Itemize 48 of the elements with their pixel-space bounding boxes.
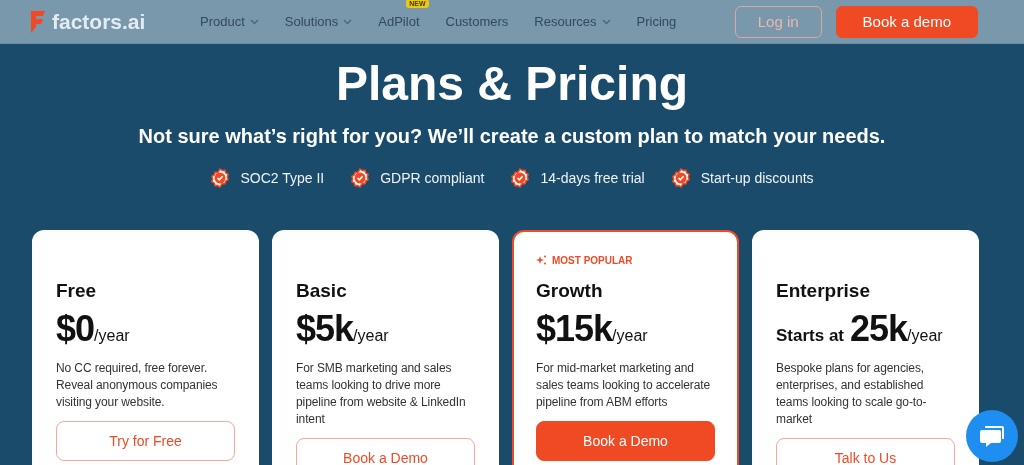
page-title: Plans & Pricing: [335, 56, 689, 111]
page-subtitle: Not sure what’s right for you? We’ll create a custom plan to match your needs.: [138, 125, 886, 148]
nav-link[interactable]: Resources: [534, 14, 611, 29]
nav-link[interactable]: Product: [200, 14, 259, 29]
login-button[interactable]: Log in: [734, 5, 822, 38]
check-badge-icon: [670, 168, 691, 188]
plan-name: Growth: [536, 280, 604, 302]
plan-button[interactable]: Book a Demo: [536, 421, 715, 461]
plan-price: $15k: [536, 308, 613, 350]
price-period: /year: [353, 327, 389, 344]
chat-icon: [979, 424, 1005, 448]
nav-link[interactable]: Customers: [445, 14, 509, 29]
plan-price: 25k: [850, 308, 908, 350]
plan-description: Bespoke plans for agencies, enterprises, and established teams looking to scale go-to-market: [776, 360, 928, 428]
check-badge-icon: [350, 168, 371, 188]
chevron-down-icon: [601, 18, 611, 25]
highlight-label: 14-days free trial: [540, 170, 645, 186]
nav-link[interactable]: Pricing: [636, 14, 677, 29]
plan-button[interactable]: Try for Free: [56, 421, 235, 461]
plan-button[interactable]: Talk to Us: [776, 438, 955, 465]
popular-tag: MOST POPULAR: [552, 254, 633, 266]
book-demo-button[interactable]: Book a demo: [835, 5, 978, 38]
nav-link[interactable]: Solutions: [284, 14, 353, 29]
plan-button[interactable]: Book a Demo: [296, 438, 475, 465]
highlight-label: Start-up discounts: [700, 170, 814, 186]
plan-price: $5k: [296, 308, 354, 350]
price-period: /year: [907, 327, 943, 345]
price-period: /year: [94, 327, 130, 344]
plan-price: $0: [56, 308, 95, 350]
logo-text[interactable]: factors.ai: [52, 9, 146, 34]
check-badge-icon: [510, 168, 531, 188]
plan-description: For SMB marketing and sales teams looking to drive more pipeline from website & LinkedIn intent: [296, 360, 467, 428]
plan-name: Free: [56, 280, 98, 302]
plan-name: Enterprise: [776, 280, 871, 302]
nav-link[interactable]: AdPilot: [378, 14, 420, 29]
plan-name: Basic: [296, 280, 348, 302]
chat-button[interactable]: [966, 410, 1018, 462]
highlight-label: SOC2 Type II: [240, 170, 325, 186]
price-prefix: Starts at: [776, 326, 845, 346]
plan-description: For mid-market marketing and sales teams looking to accelerate pipeline from ABM efforts: [536, 360, 712, 411]
chevron-down-icon: [249, 18, 259, 25]
highlight-label: GDPR compliant: [380, 170, 485, 186]
logo-icon: [30, 8, 46, 35]
chevron-down-icon: [343, 18, 353, 25]
plan-description: No CC required, free forever. Reveal anonymous companies visiting your website.: [56, 360, 219, 411]
price-period: /year: [612, 327, 648, 344]
sparkle-icon: [536, 255, 546, 265]
check-badge-icon: [210, 168, 231, 188]
